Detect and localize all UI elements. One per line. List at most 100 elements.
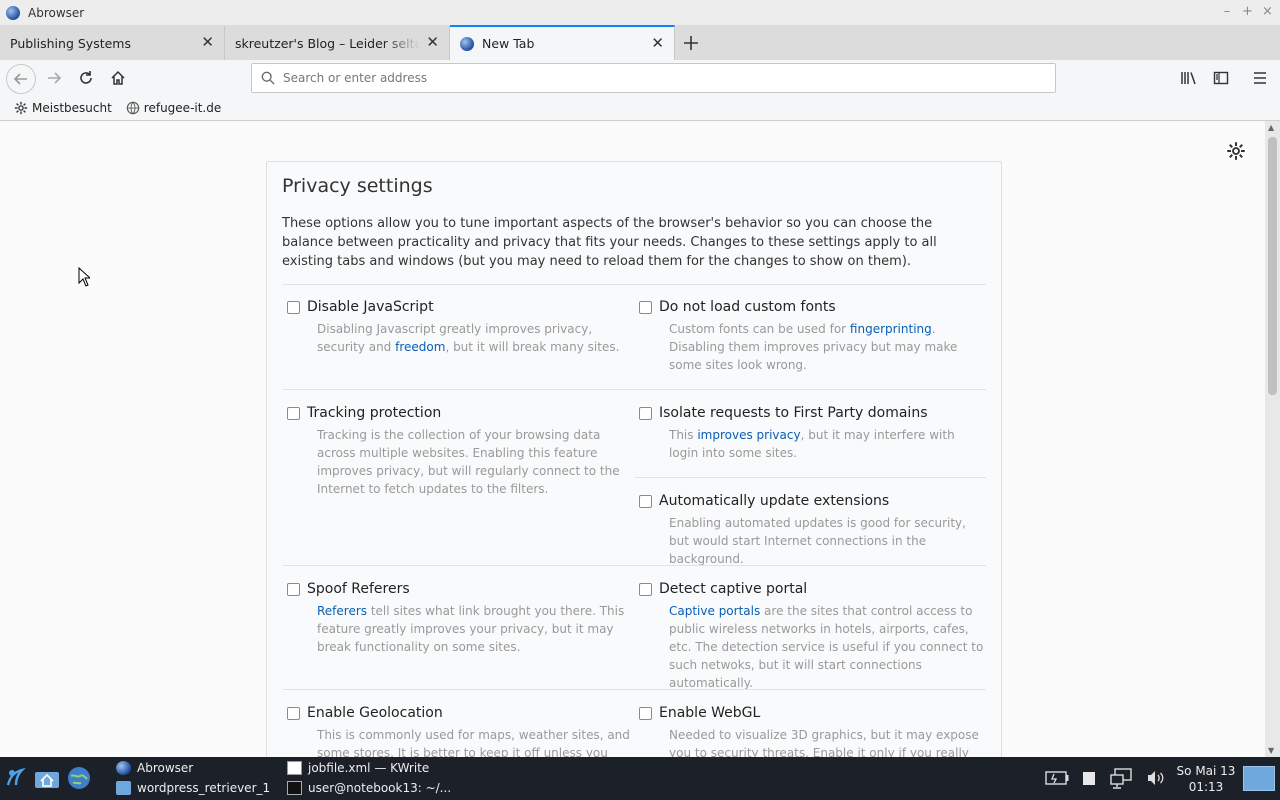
option-description: Needed to visualize 3D graphics, but it … <box>669 728 979 757</box>
option-description: Custom fonts can be used for fingerprint… <box>669 322 958 372</box>
clock-time: 01:13 <box>1188 780 1224 794</box>
address-bar[interactable] <box>251 63 1056 93</box>
minimize-button[interactable]: – <box>1222 4 1232 19</box>
home-button[interactable] <box>104 64 132 92</box>
spoof-referers-checkbox[interactable] <box>287 582 300 596</box>
library-icon <box>1181 72 1196 85</box>
maximize-button[interactable]: + <box>1242 4 1253 19</box>
freedom-link[interactable]: freedom <box>395 340 445 354</box>
improves-privacy-link[interactable]: improves privacy <box>697 428 800 442</box>
option-label: Automatically update extensions <box>659 493 890 509</box>
globe-icon <box>126 101 140 115</box>
option-isolate-first-party: Isolate requests to First Party domains … <box>634 403 980 462</box>
enable-webgl-checkbox[interactable] <box>639 706 652 720</box>
option-label: Isolate requests to First Party domains <box>659 405 928 421</box>
isolate-first-party-checkbox[interactable] <box>639 406 652 420</box>
battery-icon[interactable] <box>1045 771 1069 785</box>
navigation-toolbar <box>0 60 1280 96</box>
disable-javascript-checkbox[interactable] <box>287 300 300 314</box>
plus-icon <box>684 36 698 50</box>
network-icon[interactable] <box>1110 768 1136 790</box>
folder-icon <box>116 781 131 795</box>
task-wordpress-retriever[interactable]: wordpress_retriever_1 <box>116 781 270 795</box>
start-menu-icon[interactable] <box>4 765 30 791</box>
scroll-up-icon[interactable]: ▲ <box>1268 123 1274 132</box>
tab-skreutzer-blog[interactable]: skreutzer's Blog – Leider selten erfüllt… <box>225 26 450 60</box>
abrowser-icon <box>116 761 131 775</box>
referers-link[interactable]: Referers <box>317 604 367 618</box>
option-label: Tracking protection <box>307 405 442 421</box>
tab-new-tab[interactable]: New Tab ✕ <box>450 25 675 60</box>
captive-portals-link[interactable]: Captive portals <box>669 604 760 618</box>
option-custom-fonts: Do not load custom fonts Custom fonts ca… <box>634 297 980 374</box>
sidebar-icon <box>1213 71 1229 85</box>
address-input[interactable] <box>283 71 1023 85</box>
captive-portal-checkbox[interactable] <box>639 582 652 596</box>
option-enable-geolocation: Enable Geolocation This is commonly used… <box>282 703 630 757</box>
sidebar-toggle-button[interactable] <box>1207 64 1235 92</box>
option-captive-portal: Detect captive portal Captive portals ar… <box>634 579 983 692</box>
clipboard-icon[interactable] <box>1082 771 1096 786</box>
option-tracking-protection: Tracking protection Tracking is the coll… <box>282 403 628 498</box>
forward-button[interactable] <box>40 64 68 92</box>
option-spoof-referers: Spoof Referers Referers tell sites what … <box>282 579 628 656</box>
option-auto-update-extensions: Automatically update extensions Enabling… <box>634 491 980 568</box>
close-tab-icon[interactable]: ✕ <box>426 35 439 50</box>
abrowser-logo-icon <box>6 5 20 20</box>
tab-strip: Publishing Systems ✕ skreutzer's Blog – … <box>0 25 1280 60</box>
bookmarks-toolbar: Meistbesucht refugee-it.de <box>0 96 1280 121</box>
back-button[interactable] <box>6 64 36 94</box>
arrow-left-icon <box>13 73 27 85</box>
window-title: Abrowser <box>28 5 85 20</box>
enable-geolocation-checkbox[interactable] <box>287 706 300 720</box>
arrow-right-icon <box>48 72 62 84</box>
option-description: Enabling automated updates is good for s… <box>669 516 966 566</box>
option-description: Disabling Javascript greatly improves pr… <box>317 322 620 354</box>
option-description: Referers tell sites what link brought yo… <box>317 604 625 654</box>
tab-label: New Tab <box>482 36 535 51</box>
text-editor-icon <box>287 761 302 775</box>
auto-update-extensions-checkbox[interactable] <box>639 494 652 508</box>
clock-date: So Mai 13 <box>1176 764 1236 778</box>
bookmark-refugee-it[interactable]: refugee-it.de <box>126 101 221 115</box>
tab-publishing-systems[interactable]: Publishing Systems ✕ <box>0 26 225 60</box>
gear-icon[interactable] <box>1226 141 1246 161</box>
scroll-down-icon[interactable]: ▼ <box>1268 746 1274 755</box>
bookmark-label: Meistbesucht <box>32 101 112 115</box>
new-tab-button[interactable] <box>675 26 707 60</box>
hamburger-menu-icon <box>1254 72 1266 84</box>
task-kwrite[interactable]: jobfile.xml — KWrite <box>287 761 429 775</box>
custom-fonts-checkbox[interactable] <box>639 300 652 314</box>
divider <box>283 284 986 285</box>
bookmark-meistbesucht[interactable]: Meistbesucht <box>14 101 112 115</box>
terminal-icon <box>287 781 302 795</box>
fingerprinting-link[interactable]: fingerprinting <box>850 322 932 336</box>
page-scrollbar[interactable]: ▲ ▼ <box>1265 121 1280 757</box>
tab-label: Publishing Systems <box>10 35 131 51</box>
workspace-pager[interactable] <box>1243 766 1275 791</box>
close-tab-icon[interactable]: ✕ <box>201 35 214 50</box>
tab-label: skreutzer's Blog – Leider selten erfüllt <box>235 35 420 51</box>
divider <box>283 389 986 390</box>
menu-button[interactable] <box>1246 64 1274 92</box>
close-tab-icon[interactable]: ✕ <box>651 36 664 51</box>
abrowser-favicon-icon <box>460 36 474 51</box>
tracking-protection-checkbox[interactable] <box>287 406 300 420</box>
home-icon <box>111 70 125 85</box>
volume-icon[interactable] <box>1146 770 1166 786</box>
browser-launcher-icon[interactable] <box>66 765 92 791</box>
privacy-intro-text: These options allow you to tune importan… <box>282 216 937 269</box>
divider <box>283 565 986 566</box>
privacy-settings-panel: Privacy settings These options allow you… <box>266 161 1002 757</box>
task-abrowser[interactable]: Abrowser <box>116 761 193 775</box>
page-title: Privacy settings <box>282 175 433 197</box>
show-desktop-icon[interactable] <box>34 767 60 789</box>
reload-button[interactable] <box>72 64 100 92</box>
library-button[interactable] <box>1175 64 1203 92</box>
option-label: Enable Geolocation <box>307 705 443 721</box>
close-window-button[interactable]: × <box>1262 4 1273 19</box>
scrollbar-thumb[interactable] <box>1268 137 1277 395</box>
taskbar-clock[interactable]: So Mai 13 01:13 <box>1172 763 1240 795</box>
task-terminal[interactable]: user@notebook13: ~/... <box>287 781 451 795</box>
option-label: Detect captive portal <box>659 581 808 597</box>
